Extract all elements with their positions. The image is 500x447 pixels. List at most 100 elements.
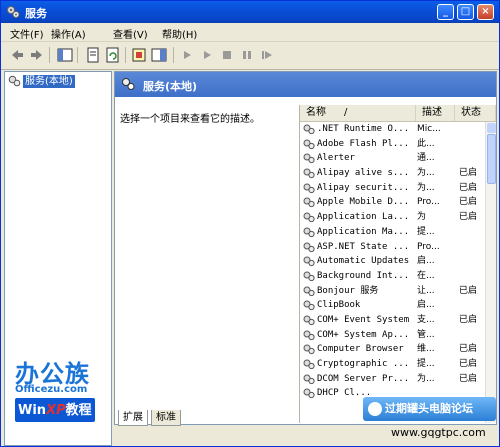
service-status: 已启 [459,285,478,296]
service-name: COM+ Event System [317,314,410,325]
service-name: .NET Runtime O... [317,124,410,134]
column-header-status[interactable]: 状态 [455,105,496,121]
description-text: 选择一个项目来查看它的描述。 [120,114,260,125]
service-description: 提... [417,226,435,237]
services-gear-icon [122,78,135,90]
vertical-scrollbar[interactable] [485,122,496,423]
service-description: 在... [417,270,435,281]
officezu-url: Officezu.com [15,384,88,395]
close-button[interactable]: × [477,4,494,20]
winxp-logo: WinXP教程 [15,398,95,422]
service-name: COM+ System Ap... [317,329,410,340]
start-service-icon[interactable] [179,47,195,63]
pane-title: 服务(本地) [143,80,198,93]
service-row[interactable]: ASP.NET State ... Pro... [300,240,485,255]
scroll-thumb[interactable] [487,134,496,184]
service-gear-icon [303,330,315,340]
show-hide-tree-icon[interactable] [57,47,73,63]
service-row[interactable]: Application La... 为 已启 [300,210,485,225]
toolbar-separator [173,47,174,63]
tab-standard[interactable]: 标准 [151,410,181,426]
service-name: Bonjour 服务 [317,285,379,296]
service-row[interactable]: Alipay securit... 为... 已启 [300,181,485,196]
service-row[interactable]: .NET Runtime O... Mic... [300,122,485,137]
service-name: Computer Browser [317,344,404,355]
service-gear-icon [303,256,315,267]
help-icon[interactable] [151,47,167,63]
menu-file[interactable]: 文件(F) [10,26,44,41]
service-name: Alerter [317,153,355,164]
tab-extended[interactable]: 扩展 [118,410,148,426]
service-status: 已启 [459,359,478,369]
sort-indicator: / [344,107,348,118]
window-title: 服务 [25,7,47,20]
forward-arrow-icon[interactable] [29,47,45,63]
service-row[interactable]: DCOM Server Pr... 为... 已启 [300,372,485,387]
service-name: Application Ma... [317,226,410,237]
logo-xp: XP [46,403,66,418]
minimize-button[interactable]: _ [437,4,454,20]
service-gear-icon [303,139,315,149]
details-pane: 服务(本地) 选择一个项目来查看它的描述。 名称 / 描述 状态 .NET Ru… [114,71,497,425]
service-row[interactable]: Alipay alive s... 为... 已启 [300,166,485,181]
service-name: Cryptographic ... [317,359,410,369]
service-description: Mic... [417,124,441,134]
service-description: Pro... [417,197,440,208]
service-row[interactable]: Bonjour 服务 让... 已启 [300,284,485,299]
column-header-name[interactable]: 名称 / [300,105,416,121]
refresh-icon[interactable] [105,47,121,63]
service-name: Automatic Updates [317,256,410,267]
service-description: 此... [417,138,435,149]
service-name: Apple Mobile D... [317,197,410,208]
export-list-icon[interactable] [131,47,147,63]
service-row[interactable]: Cryptographic ... 提... 已启 [300,357,485,372]
pause-service-icon[interactable] [239,47,255,63]
service-gear-icon [303,344,315,355]
service-row[interactable]: Background Int... 在... [300,269,485,284]
service-row[interactable]: Apple Mobile D... Pro... 已启 [300,195,485,210]
bulb-icon [368,402,382,416]
service-description: 启... [417,300,435,311]
service-gear-icon [303,286,315,296]
toolbar-separator [77,47,78,63]
service-gear-icon [303,315,315,326]
menu-help[interactable]: 帮助(H) [162,26,197,41]
service-name: Application La... [317,212,410,223]
service-description: 支... [417,314,435,325]
service-row[interactable]: ClipBook 启... [300,298,485,313]
column-header-description[interactable]: 描述 [416,105,455,121]
service-row[interactable]: Application Ma... 提... [300,225,485,240]
menu-action[interactable]: 操作(A) [51,26,86,41]
tree-item-label: 服务(本地) [23,74,75,88]
column-name-label: 名称 [306,107,326,118]
services-list[interactable]: 名称 / 描述 状态 .NET Runtime O... Mic... Adobe … [299,105,496,423]
scroll-up-arrow[interactable] [487,123,496,133]
site-url: www.gqgtpc.com [391,426,486,439]
logo-win: Win [18,403,47,418]
service-gear-icon [303,227,315,237]
service-row[interactable]: Adobe Flash Pl... 此... [300,137,485,152]
tree-item-services-local[interactable]: 服务(本地) [8,74,75,88]
service-name: DCOM Server Pr... [317,373,410,384]
service-gear-icon [303,374,315,384]
service-name: Alipay alive s... [317,168,410,179]
back-arrow-icon[interactable] [9,47,25,63]
service-row[interactable]: Alerter 通... [300,151,485,166]
logo-jc: 教程 [65,403,92,418]
service-row[interactable]: COM+ System Ap... 管... [300,328,485,343]
restart-service-icon[interactable] [259,47,275,63]
title-bar[interactable]: 服务 _ □ × [1,1,499,23]
stop-service-icon[interactable] [219,47,235,63]
menu-view[interactable]: 查看(V) [113,26,148,41]
service-row[interactable]: COM+ Event System 支... 已启 [300,313,485,328]
service-gear-icon [303,168,315,179]
pane-header: 服务(本地) [115,72,496,97]
services-gear-icon [7,6,20,18]
service-row[interactable]: Computer Browser 维... 已启 [300,342,485,357]
service-status: 已启 [459,212,478,223]
pause-arrow-icon[interactable] [199,47,215,63]
service-row[interactable]: Automatic Updates 启... [300,254,485,269]
maximize-button[interactable]: □ [457,4,474,20]
service-name: ASP.NET State ... [317,241,410,252]
properties-icon[interactable] [85,47,101,63]
